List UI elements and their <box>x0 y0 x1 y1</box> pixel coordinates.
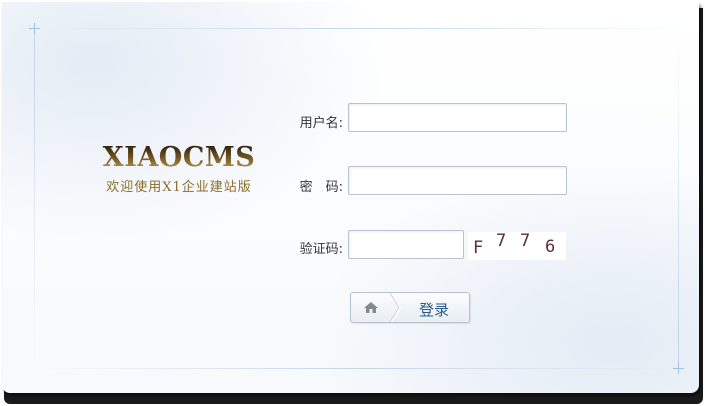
panel-border-bottom <box>32 368 682 369</box>
captcha-image[interactable]: F 7 7 6 <box>468 231 566 260</box>
login-button-label: 登录 <box>418 301 449 319</box>
home-icon <box>351 293 391 322</box>
login-window: XIAOCMS 欢迎使用X1企业建站版 用户名: 密 码: 验证码: F 7 7… <box>0 0 705 406</box>
password-label: 密 码: <box>299 180 343 195</box>
captcha-char: 6 <box>545 237 556 257</box>
button-separator <box>389 293 403 322</box>
captcha-char: F <box>473 238 484 258</box>
captcha-char: 7 <box>520 231 531 251</box>
panel-border-right <box>678 28 679 368</box>
brand-subtitle: 欢迎使用X1企业建站版 <box>106 180 252 195</box>
sparkle-icon <box>29 23 40 34</box>
captcha-char: 7 <box>496 231 507 251</box>
panel-border-left <box>34 28 35 368</box>
login-panel: XIAOCMS 欢迎使用X1企业建站版 用户名: 密 码: 验证码: F 7 7… <box>2 2 699 393</box>
username-label: 用户名: <box>299 116 343 131</box>
brand-title: XIAOCMS <box>94 142 264 174</box>
sparkle-icon <box>673 363 684 374</box>
login-button[interactable]: 登录 <box>350 292 470 323</box>
panel-border-top <box>32 28 682 29</box>
password-input[interactable] <box>348 166 567 195</box>
brand-logo: XIAOCMS 欢迎使用X1企业建站版 <box>94 142 264 195</box>
captcha-label: 验证码: <box>299 242 343 257</box>
username-input[interactable] <box>348 103 567 132</box>
captcha-input[interactable] <box>348 230 464 259</box>
